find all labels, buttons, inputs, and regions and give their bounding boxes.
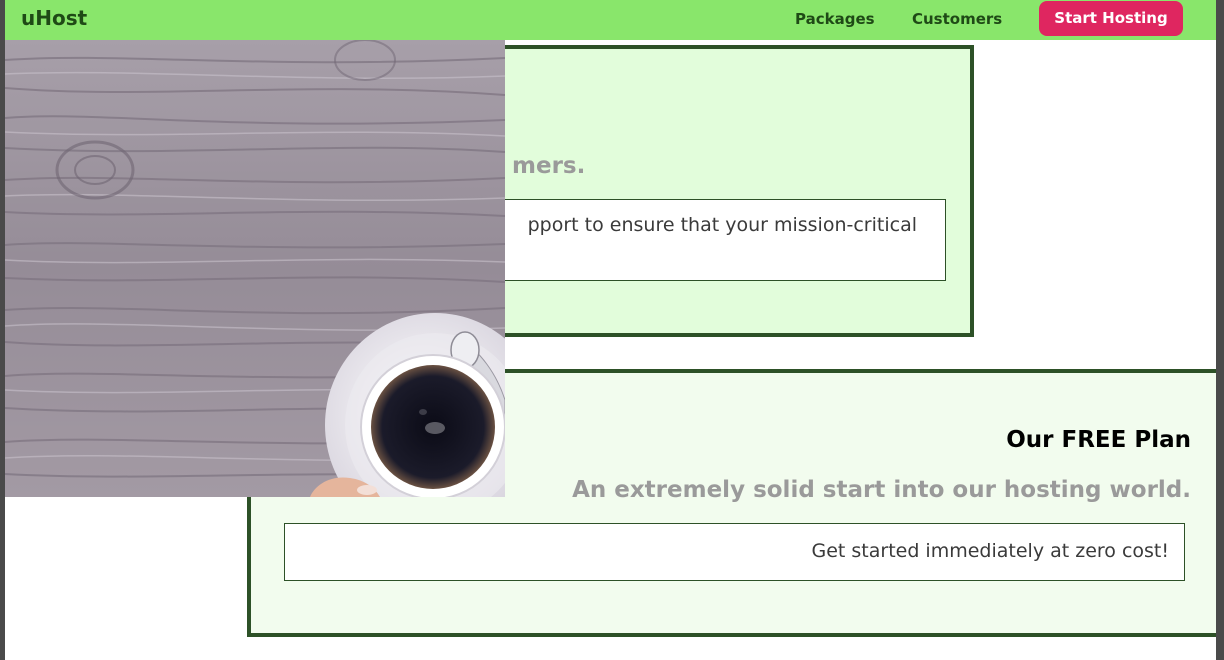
brand-logo[interactable]: uHost bbox=[21, 6, 87, 30]
plan-card-subtitle: An extremely solid start into our hostin… bbox=[572, 477, 1191, 503]
hero-image bbox=[5, 40, 505, 497]
site-header: uHost Packages Customers Start Hosting bbox=[5, 0, 1216, 40]
page-viewport: mers. pport to ensure that your mission-… bbox=[5, 0, 1216, 660]
plan-card-title: Our FREE Plan bbox=[1006, 427, 1191, 453]
plan-card-description: Get started immediately at zero cost! bbox=[284, 523, 1185, 581]
start-hosting-button[interactable]: Start Hosting bbox=[1039, 1, 1183, 36]
nav-link-customers[interactable]: Customers bbox=[912, 10, 1002, 28]
nav-link-packages[interactable]: Packages bbox=[795, 10, 875, 28]
window-edge bbox=[1216, 0, 1224, 660]
coffee-cup-image bbox=[5, 40, 505, 497]
plan-card-subtitle: mers. bbox=[512, 153, 586, 179]
